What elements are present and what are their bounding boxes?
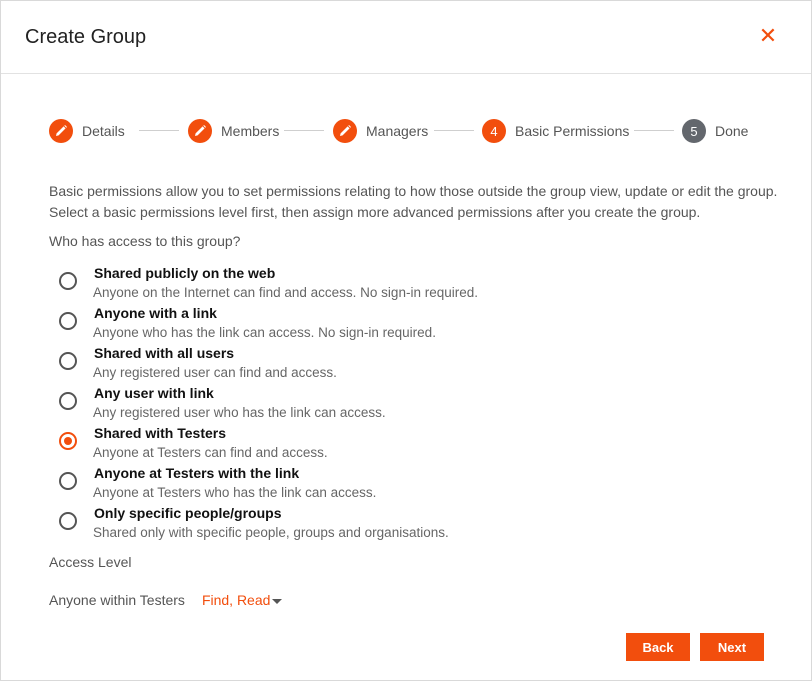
option-subtitle: Shared only with specific people, groups… bbox=[93, 525, 449, 540]
step-done: 5 Done bbox=[682, 118, 748, 144]
radio-button[interactable] bbox=[59, 272, 77, 290]
stepper: Details Members Managers 4 Basic Permiss… bbox=[49, 118, 769, 144]
option-title: Anyone with a link bbox=[94, 305, 217, 321]
step-number: 5 bbox=[682, 119, 706, 143]
option-title: Anyone at Testers with the link bbox=[94, 465, 300, 481]
option-subtitle: Any registered user who has the link can… bbox=[93, 405, 386, 420]
radio-button-selected[interactable] bbox=[59, 432, 77, 450]
step-label: Members bbox=[221, 123, 280, 139]
create-group-dialog: Create Group ✕ Details Members Managers bbox=[0, 0, 812, 681]
step-members: Members bbox=[188, 118, 279, 144]
dialog-header: Create Group ✕ bbox=[1, 1, 811, 74]
permissions-description: Basic permissions allow you to set permi… bbox=[49, 181, 789, 223]
next-button[interactable]: Next bbox=[700, 633, 764, 661]
step-label: Managers bbox=[366, 123, 429, 139]
option-title: Any user with link bbox=[94, 385, 214, 401]
step-number: 4 bbox=[482, 119, 506, 143]
access-question: Who has access to this group? bbox=[49, 233, 241, 249]
step-label: Details bbox=[82, 123, 125, 139]
option-title: Only specific people/groups bbox=[94, 505, 282, 521]
access-level-value: Find, Read bbox=[201, 592, 271, 608]
pencil-icon bbox=[333, 119, 357, 143]
option-subtitle: Anyone at Testers can find and access. bbox=[93, 445, 328, 460]
option-subtitle: Anyone at Testers who has the link can a… bbox=[93, 485, 377, 500]
radio-button[interactable] bbox=[59, 352, 77, 370]
step-connector bbox=[634, 130, 674, 131]
step-connector bbox=[139, 130, 179, 131]
step-connector bbox=[284, 130, 324, 131]
dialog-title: Create Group bbox=[25, 26, 147, 48]
access-level-row: Anyone within Testers Find, Read bbox=[49, 592, 283, 608]
back-button[interactable]: Back bbox=[626, 633, 690, 661]
option-subtitle: Any registered user can find and access. bbox=[93, 365, 337, 380]
step-connector bbox=[434, 130, 474, 131]
step-label: Done bbox=[715, 123, 749, 139]
pencil-icon bbox=[188, 119, 212, 143]
option-title: Shared with all users bbox=[94, 345, 235, 361]
option-title: Shared publicly on the web bbox=[94, 265, 276, 281]
step-details: Details bbox=[49, 118, 125, 144]
radio-button[interactable] bbox=[59, 472, 77, 490]
option-subtitle: Anyone who has the link can access. No s… bbox=[93, 325, 436, 340]
radio-button[interactable] bbox=[59, 312, 77, 330]
option-subtitle: Anyone on the Internet can find and acce… bbox=[93, 285, 478, 300]
access-row-label: Anyone within Testers bbox=[49, 592, 185, 608]
access-level-heading: Access Level bbox=[49, 554, 132, 570]
radio-button[interactable] bbox=[59, 392, 77, 410]
step-basic-permissions: 4 Basic Permissions bbox=[482, 118, 629, 144]
option-title: Shared with Testers bbox=[94, 425, 227, 441]
radio-button[interactable] bbox=[59, 512, 77, 530]
caret-down-icon bbox=[272, 598, 283, 604]
description-line: Select a basic permissions level first, … bbox=[49, 204, 701, 220]
close-icon[interactable]: ✕ bbox=[755, 23, 781, 49]
access-level-dropdown[interactable]: Find, Read bbox=[201, 592, 283, 608]
step-label: Basic Permissions bbox=[515, 123, 630, 139]
pencil-icon bbox=[49, 119, 73, 143]
step-managers: Managers bbox=[333, 118, 428, 144]
description-line: Basic permissions allow you to set permi… bbox=[49, 183, 778, 199]
